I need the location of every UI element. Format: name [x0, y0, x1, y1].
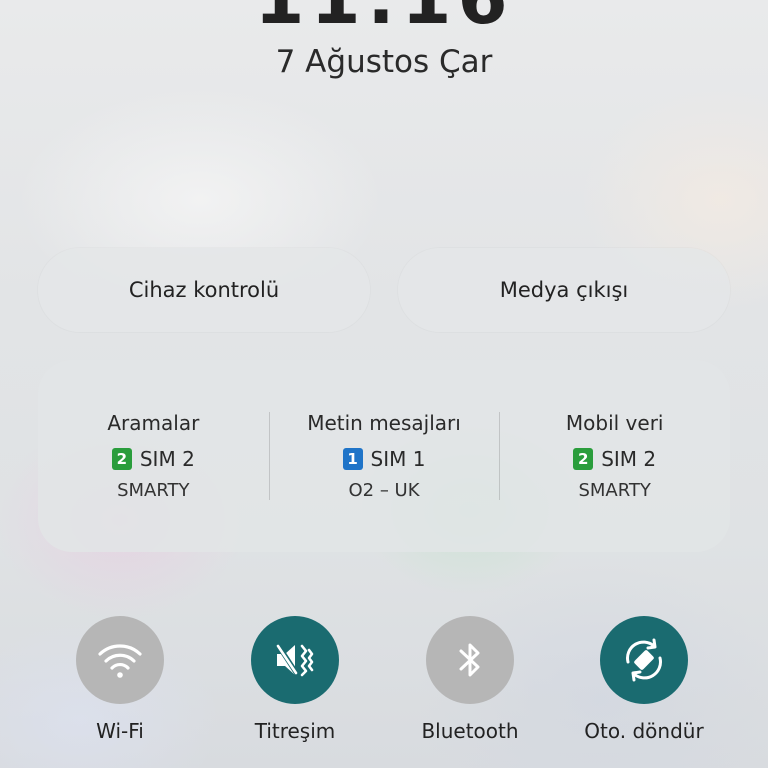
tile-bluetooth[interactable]: Bluetooth [395, 616, 545, 744]
sim-calls-carrier: SMARTY [117, 480, 190, 501]
vibrate-toggle-button[interactable] [251, 616, 339, 704]
sim-messages-title: Metin mesajları [307, 411, 461, 435]
bluetooth-toggle-button[interactable] [426, 616, 514, 704]
media-output-button[interactable]: Medya çıkışı [398, 248, 730, 332]
lockscreen-clock: 11:16 [0, 0, 768, 34]
tile-auto-rotate[interactable]: Oto. döndür [569, 616, 719, 744]
device-control-label: Cihaz kontrolü [128, 278, 280, 302]
bluetooth-icon [459, 643, 480, 677]
sim-manager-card[interactable]: Aramalar 2 SIM 2 SMARTY Metin mesajları … [38, 360, 730, 552]
sim-2-badge-icon: 2 [111, 448, 132, 470]
sim-data-column[interactable]: Mobil veri 2 SIM 2 SMARTY [499, 360, 730, 552]
vibrate-icon [275, 643, 314, 677]
tile-auto-rotate-label: Oto. döndür [584, 719, 704, 743]
sim-data-sim-label: SIM 2 [601, 447, 657, 471]
tile-wifi-label: Wi-Fi [96, 719, 144, 743]
sim-messages-sim: 1 SIM 1 [342, 445, 426, 473]
sim-calls-column[interactable]: Aramalar 2 SIM 2 SMARTY [38, 360, 269, 552]
sim-data-carrier: SMARTY [578, 480, 651, 501]
sim-messages-column[interactable]: Metin mesajları 1 SIM 1 O2 – UK [268, 360, 500, 552]
auto-rotate-icon [626, 638, 662, 682]
tile-vibrate-label: Titreşim [254, 719, 336, 743]
lockscreen-date: 7 Ağustos Çar [275, 44, 493, 80]
sim-messages-sim-label: SIM 1 [370, 447, 426, 471]
tile-bluetooth-label: Bluetooth [421, 719, 519, 743]
sim-calls-title: Aramalar [107, 411, 200, 435]
wifi-toggle-button[interactable] [76, 616, 164, 704]
tile-vibrate[interactable]: Titreşim [220, 616, 370, 744]
device-control-button[interactable]: Cihaz kontrolü [38, 248, 370, 332]
wifi-icon [98, 644, 142, 678]
sim-messages-carrier: O2 – UK [348, 480, 420, 501]
tile-wifi[interactable]: Wi-Fi [45, 616, 195, 744]
sim-calls-sim: 2 SIM 2 [111, 445, 195, 473]
sim-data-title: Mobil veri [565, 411, 664, 435]
sim-calls-sim-label: SIM 2 [139, 447, 195, 471]
media-output-label: Medya çıkışı [499, 278, 629, 302]
sim-1-badge-icon: 1 [342, 448, 363, 470]
auto-rotate-toggle-button[interactable] [600, 616, 688, 704]
sim-data-sim: 2 SIM 2 [573, 445, 656, 473]
sim-2-badge-icon: 2 [573, 448, 594, 470]
